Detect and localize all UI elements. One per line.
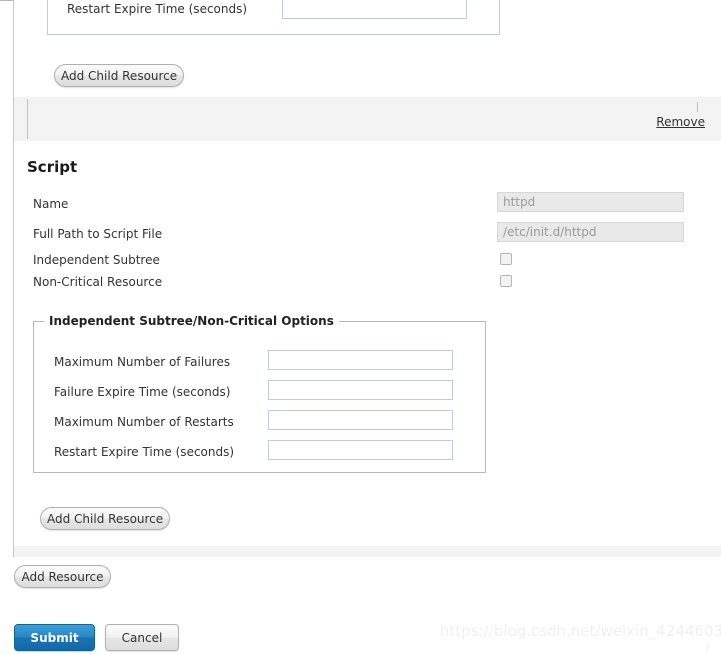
resource-block-script: Script Name Full Path to Script File Ind…: [14, 141, 721, 546]
label-independent-subtree: Independent Subtree: [33, 253, 160, 267]
cancel-button[interactable]: Cancel: [105, 624, 179, 651]
page-frame: Restart Expire Time (seconds) Add Child …: [0, 0, 721, 654]
band-guide-line: [27, 99, 28, 139]
label-full-path-to-script-file: Full Path to Script File: [33, 227, 163, 241]
label-non-critical-resource: Non-Critical Resource: [33, 275, 163, 289]
input-restart-expire-time[interactable]: [268, 440, 453, 460]
label-restart-expire-time-top: Restart Expire Time (seconds): [67, 2, 248, 16]
script-section-title: Script: [27, 158, 78, 176]
label-name: Name: [33, 197, 69, 211]
add-child-resource-button-top[interactable]: Add Child Resource: [54, 64, 184, 87]
independent-subtree-options-legend: Independent Subtree/Non-Critical Options: [44, 314, 339, 328]
input-failure-expire-time[interactable]: [268, 380, 453, 400]
watermark-corner-mark: /: [706, 641, 710, 654]
input-maximum-number-of-restarts[interactable]: [268, 410, 453, 430]
checkbox-independent-subtree[interactable]: [500, 253, 512, 265]
checkbox-non-critical-resource[interactable]: [500, 275, 512, 287]
add-child-resource-button-script[interactable]: Add Child Resource: [40, 507, 170, 530]
input-maximum-number-of-failures[interactable]: [268, 350, 453, 370]
remove-resource-link[interactable]: Remove: [656, 115, 705, 129]
label-maximum-number-of-restarts: Maximum Number of Restarts: [54, 415, 234, 429]
add-resource-button[interactable]: Add Resource: [14, 565, 111, 588]
input-name[interactable]: [497, 192, 684, 212]
input-restart-expire-time-top[interactable]: [282, 0, 467, 19]
band-tick-mark: [697, 102, 698, 112]
resource-list-footer-band: [14, 546, 721, 557]
resource-separator-band: Remove: [14, 97, 721, 141]
label-restart-expire-time: Restart Expire Time (seconds): [54, 445, 235, 459]
input-full-path-to-script-file[interactable]: [497, 222, 684, 242]
watermark-text: https://blog.csdn.net/weixin_42446031: [440, 622, 721, 640]
label-maximum-number-of-failures: Maximum Number of Failures: [54, 355, 231, 369]
resource-block-previous: Restart Expire Time (seconds) Add Child …: [14, 0, 721, 97]
label-failure-expire-time: Failure Expire Time (seconds): [54, 385, 231, 399]
submit-button[interactable]: Submit: [14, 624, 95, 651]
